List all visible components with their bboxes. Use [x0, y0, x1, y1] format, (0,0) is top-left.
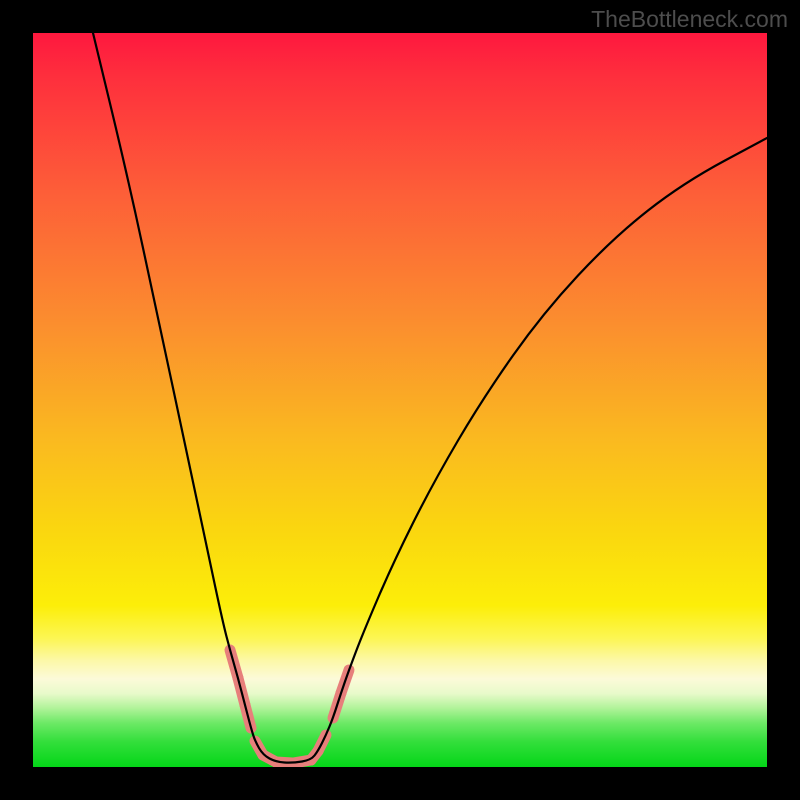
curve-svg — [33, 33, 767, 767]
chart-frame: TheBottleneck.com — [0, 0, 800, 800]
bottleneck-curve — [93, 33, 767, 763]
plot-area — [33, 33, 767, 767]
watermark-text: TheBottleneck.com — [591, 6, 788, 33]
marker-group — [230, 650, 349, 763]
